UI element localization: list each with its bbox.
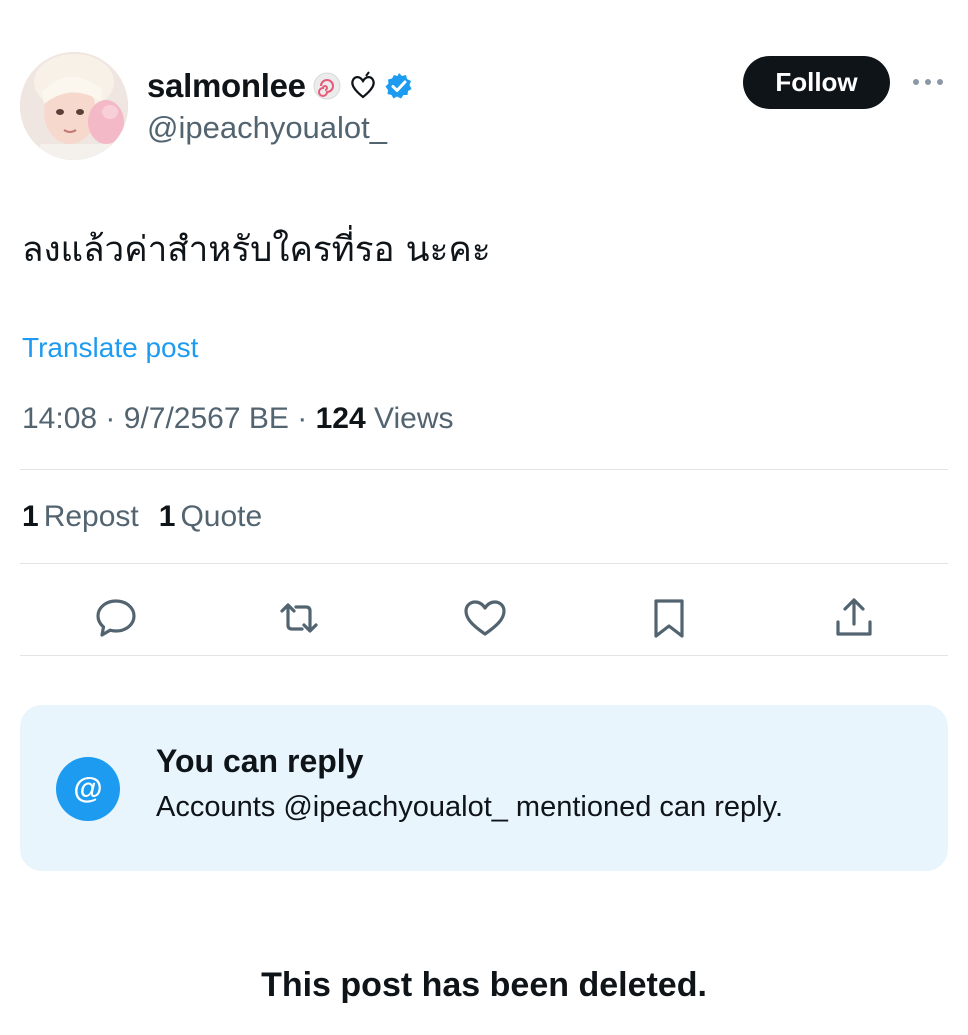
quotes-label: Quote — [180, 500, 263, 533]
post-meta: 14:08 · 9/7/2567 BE · 124 Views — [22, 402, 453, 436]
post-text: ลงแล้วค่าสำหรับใครที่รอ นะคะ — [22, 230, 491, 270]
heart-outline-emoji-icon — [348, 71, 378, 101]
meta-separator: · — [105, 402, 116, 435]
fish-cake-emoji-icon — [312, 71, 342, 101]
divider — [20, 655, 948, 656]
follow-button[interactable]: Follow — [743, 56, 890, 109]
author-handle[interactable]: @ipeachyoualot_ — [147, 110, 387, 146]
reposts-label: Repost — [43, 500, 139, 533]
display-name[interactable]: salmonlee — [147, 67, 306, 105]
reposts-count: 1 — [22, 500, 39, 533]
views-count: 124 — [315, 402, 366, 435]
reply-restriction-description: Accounts @ipeachyoualot_ mentioned can r… — [156, 791, 783, 823]
deleted-post-notice: This post has been deleted. — [261, 966, 707, 1004]
mention-at-icon: @ — [56, 757, 120, 821]
reply-icon[interactable] — [93, 595, 139, 641]
quotes-count: 1 — [158, 500, 176, 533]
author-avatar[interactable] — [20, 52, 128, 160]
divider — [20, 563, 948, 564]
reply-restriction-box: @ You can reply Accounts @ipeachyoualot_… — [20, 705, 948, 871]
more-horizontal-icon[interactable] — [908, 70, 948, 94]
quotes-stat[interactable]: 1 Quote — [159, 500, 262, 534]
repost-icon[interactable] — [276, 595, 322, 641]
avatar-photo — [20, 52, 128, 160]
views-label: Views — [374, 402, 454, 435]
reposts-stat[interactable]: 1 Repost — [22, 500, 139, 534]
post-stats: 1 Repost 1 Quote — [22, 500, 262, 534]
like-icon[interactable] — [462, 595, 508, 641]
post-date[interactable]: 9/7/2567 BE — [124, 402, 289, 435]
post-time[interactable]: 14:08 — [22, 402, 97, 435]
reply-restriction-title: You can reply — [156, 743, 364, 779]
share-icon[interactable] — [831, 595, 877, 641]
bookmark-icon[interactable] — [646, 595, 692, 641]
display-name-row[interactable]: salmonlee — [147, 64, 414, 108]
translate-post-link[interactable]: Translate post — [22, 332, 198, 364]
meta-separator: · — [297, 402, 308, 435]
verified-badge-icon — [384, 71, 414, 101]
divider — [20, 469, 948, 470]
